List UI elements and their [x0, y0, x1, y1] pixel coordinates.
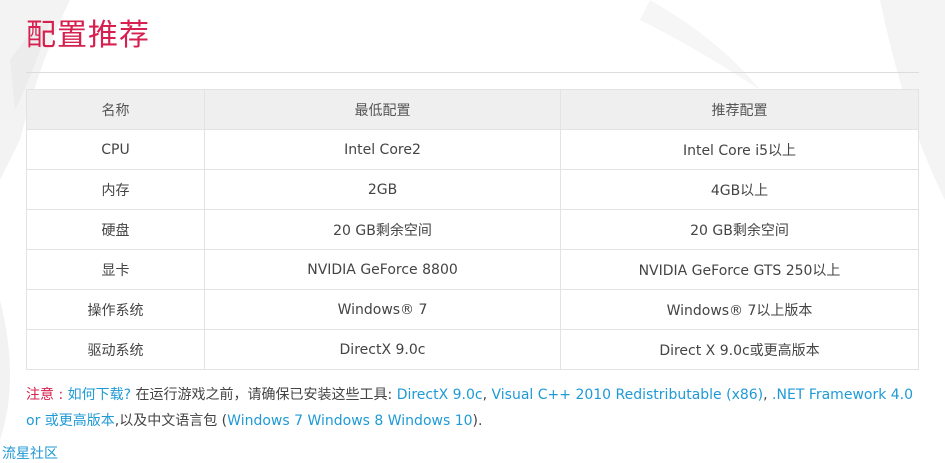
- header-name: 名称: [26, 89, 205, 130]
- row-min: NVIDIA GeForce 8800: [204, 249, 561, 290]
- row-rec: NVIDIA GeForce GTS 250以上: [560, 249, 919, 290]
- install-note: 注意 : 如何下载? 在运行游戏之前，请确保已安装这些工具: DirectX 9…: [26, 382, 921, 434]
- title-divider: [26, 72, 919, 73]
- row-rec: 4GB以上: [560, 169, 919, 210]
- row-min: 20 GB剩余空间: [204, 209, 561, 250]
- note-text-lang: ,以及中文语言包 (: [114, 413, 228, 429]
- directx-link[interactable]: DirectX 9.0c: [397, 387, 483, 403]
- row-min: DirectX 9.0c: [204, 329, 561, 370]
- table-row: 驱动系统 DirectX 9.0c Direct X 9.0c或更高版本: [26, 329, 919, 370]
- row-name: 显卡: [26, 249, 205, 290]
- row-min: Intel Core2: [204, 129, 561, 170]
- table-row: 操作系统 Windows® 7 Windows® 7以上版本: [26, 289, 919, 330]
- row-name: 硬盘: [26, 209, 205, 250]
- language-pack-link[interactable]: Windows 7 Windows 8 Windows 10: [227, 413, 472, 429]
- row-name: 操作系统: [26, 289, 205, 330]
- row-name: CPU: [26, 129, 205, 170]
- row-name: 驱动系统: [26, 329, 205, 370]
- page-title: 配置推荐: [26, 18, 150, 53]
- table-row: 硬盘 20 GB剩余空间 20 GB剩余空间: [26, 209, 919, 250]
- table-row: 显卡 NVIDIA GeForce 8800 NVIDIA GeForce GT…: [26, 249, 919, 290]
- vcpp-redist-link[interactable]: Visual C++ 2010 Redistributable (x86): [492, 387, 764, 403]
- header-min: 最低配置: [204, 89, 561, 130]
- row-rec: Windows® 7以上版本: [560, 289, 919, 330]
- note-separator: ,: [482, 387, 492, 403]
- row-min: Windows® 7: [204, 289, 561, 330]
- header-rec: 推荐配置: [560, 89, 919, 130]
- brand-watermark: 流星社区: [2, 446, 58, 462]
- table-row: 内存 2GB 4GB以上: [26, 169, 919, 210]
- how-to-download-link[interactable]: 如何下载?: [68, 387, 131, 403]
- config-table: 名称 最低配置 推荐配置 CPU Intel Core2 Intel Core …: [26, 89, 919, 370]
- row-rec: Intel Core i5以上: [560, 129, 919, 170]
- row-name: 内存: [26, 169, 205, 210]
- note-text-end: ).: [472, 413, 483, 429]
- row-rec: 20 GB剩余空间: [560, 209, 919, 250]
- row-rec: Direct X 9.0c或更高版本: [560, 329, 919, 370]
- row-min: 2GB: [204, 169, 561, 210]
- table-row: CPU Intel Core2 Intel Core i5以上: [26, 129, 919, 170]
- note-label: 注意 :: [26, 387, 68, 403]
- table-header-row: 名称 最低配置 推荐配置: [26, 89, 919, 130]
- note-text: 在运行游戏之前，请确保已安装这些工具:: [131, 387, 397, 403]
- note-separator: ,: [763, 387, 773, 403]
